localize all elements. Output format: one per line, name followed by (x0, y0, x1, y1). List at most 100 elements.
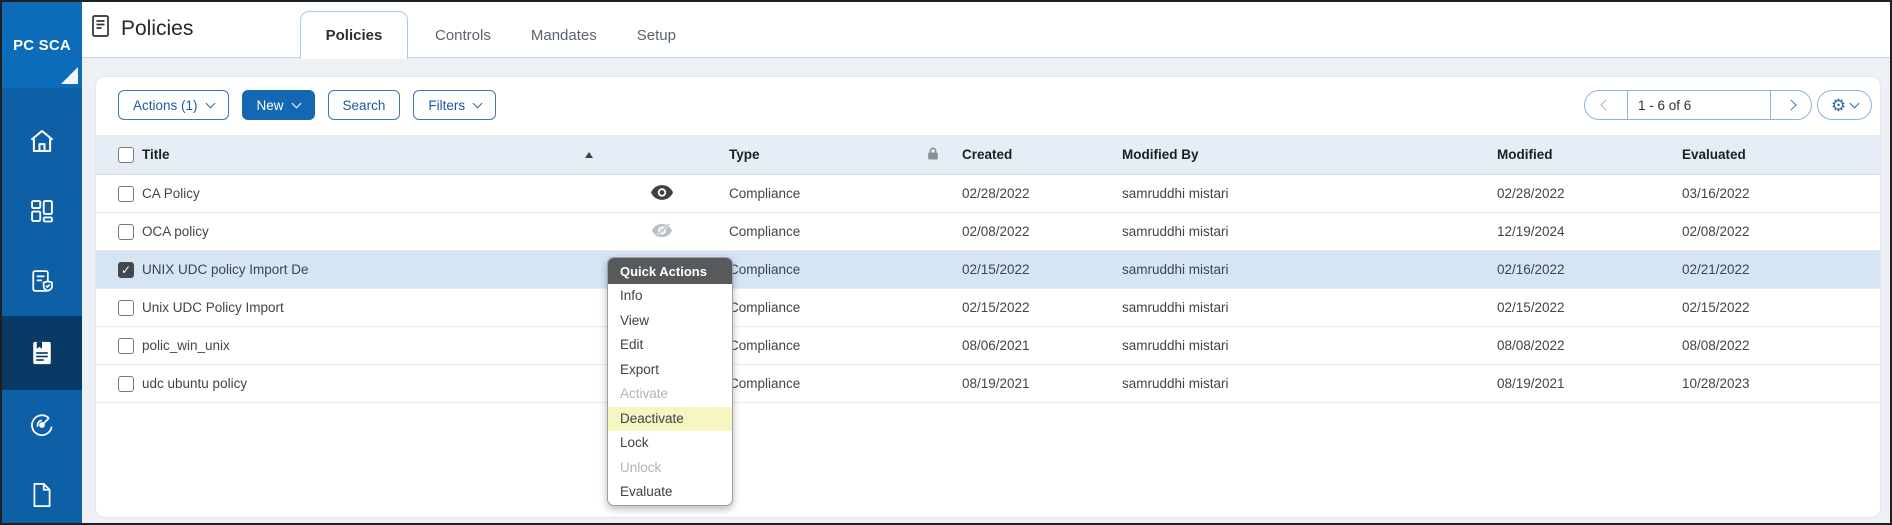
sidebar-item-reports[interactable] (2, 246, 82, 316)
select-all-checkbox[interactable] (118, 146, 134, 163)
table-settings-button[interactable]: ⚙ (1817, 90, 1872, 120)
dashboard-icon (28, 197, 56, 225)
sidebar-nav (2, 106, 82, 525)
table-row-selected[interactable]: ✓ UNIX UDC policy Import De Compliance 0… (96, 251, 1880, 289)
sidebar: PC SCA (2, 2, 82, 523)
policies-title-icon (90, 14, 111, 43)
menu-item-info[interactable]: Info (608, 284, 732, 309)
module-switcher-badge[interactable]: PC SCA (2, 2, 82, 88)
column-header-evaluated[interactable]: Evaluated (1672, 147, 1880, 162)
app-window: PC SCA Policies Policies Controls Mandat… (0, 0, 1892, 525)
tab-setup[interactable]: Setup (617, 11, 696, 59)
search-button-label: Search (342, 97, 386, 113)
table-row[interactable]: Unix UDC Policy Import Compliance 02/15/… (96, 289, 1880, 327)
visibility-cell[interactable] (607, 222, 717, 241)
tab-policies[interactable]: Policies (300, 11, 408, 59)
column-header-modified-by[interactable]: Modified By (1112, 147, 1487, 162)
select-all-cell (96, 146, 142, 163)
created-cell: 02/28/2022 (962, 186, 1030, 201)
report-shield-icon (28, 267, 56, 295)
eye-icon (651, 184, 673, 203)
table-row[interactable]: CA Policy Compliance 02/28/2022 samruddh… (96, 175, 1880, 213)
menu-item-evaluate[interactable]: Evaluate (608, 480, 732, 505)
policy-title-cell: CA Policy (142, 186, 200, 201)
new-button[interactable]: New (241, 90, 315, 120)
quick-actions-menu-title: Quick Actions (608, 258, 732, 284)
menu-item-export[interactable]: Export (608, 358, 732, 383)
tab-mandates[interactable]: Mandates (511, 11, 617, 59)
modified-cell: 02/16/2022 (1497, 262, 1565, 277)
sidebar-item-documents[interactable] (2, 460, 82, 525)
menu-item-deactivate[interactable]: Deactivate (608, 406, 732, 431)
chevron-left-icon (1600, 99, 1612, 111)
sort-ascending-icon (585, 151, 593, 158)
next-page-button[interactable] (1771, 91, 1811, 119)
content-area: Actions (1) New Search Filters 1 - 6 of … (82, 58, 1890, 523)
toolbar: Actions (1) New Search Filters (118, 90, 497, 120)
modified-cell: 02/28/2022 (1497, 186, 1565, 201)
type-cell: Compliance (729, 300, 801, 315)
blank-doc-icon (28, 481, 56, 509)
row-checkbox[interactable] (118, 337, 134, 354)
created-cell: 08/06/2021 (962, 338, 1030, 353)
table-row[interactable]: OCA policy Compliance 02/08/2022 samrudd… (96, 213, 1880, 251)
policy-title-cell: OCA policy (142, 224, 209, 239)
app-bar: Policies Policies Controls Mandates Setu… (82, 2, 1890, 59)
row-checkbox[interactable] (118, 223, 134, 240)
menu-item-unlock: Unlock (620, 459, 662, 475)
actions-button[interactable]: Actions (1) (118, 90, 229, 120)
chevron-down-icon (472, 98, 483, 109)
type-cell: Compliance (729, 338, 801, 353)
policy-title-cell: polic_win_unix (142, 338, 230, 353)
module-badge-label: PC SCA (13, 36, 71, 54)
table-header-row: Title Type Created Modified By Modified … (96, 135, 1880, 175)
modified-by-cell: samruddhi mistari (1122, 376, 1229, 391)
type-cell: Compliance (729, 262, 801, 277)
row-checkbox[interactable] (118, 299, 134, 316)
table-row[interactable]: udc ubuntu policy Compliance 08/19/2021 … (96, 365, 1880, 403)
modified-by-cell: samruddhi mistari (1122, 262, 1229, 277)
policies-panel: Actions (1) New Search Filters 1 - 6 of … (95, 76, 1881, 518)
visibility-cell[interactable] (607, 184, 717, 203)
tab-controls[interactable]: Controls (415, 11, 511, 59)
row-checkbox[interactable] (118, 375, 134, 392)
search-button[interactable]: Search (327, 90, 401, 120)
prev-page-button (1585, 91, 1627, 119)
row-checkbox[interactable] (118, 185, 134, 202)
column-header-type[interactable]: Type (717, 147, 952, 162)
menu-item-edit[interactable]: Edit (608, 333, 732, 358)
column-header-modified[interactable]: Modified (1487, 147, 1672, 162)
menu-item-view[interactable]: View (608, 309, 732, 334)
pagination: 1 - 6 of 6 (1584, 90, 1812, 120)
sidebar-item-home[interactable] (2, 106, 82, 176)
chevron-down-icon (291, 98, 301, 109)
page-title-group: Policies (90, 14, 193, 43)
policy-title-cell: UNIX UDC policy Import De (142, 262, 309, 277)
modified-by-cell: samruddhi mistari (1122, 338, 1229, 353)
created-cell: 02/15/2022 (962, 262, 1030, 277)
modified-cell: 08/19/2021 (1497, 376, 1565, 391)
table-row[interactable]: polic_win_unix Compliance 08/06/2021 sam… (96, 327, 1880, 365)
policy-title-cell: Unix UDC Policy Import (142, 300, 284, 315)
sidebar-item-policies[interactable] (2, 316, 82, 390)
column-header-created[interactable]: Created (928, 147, 1112, 162)
evaluated-cell: 10/28/2023 (1682, 376, 1750, 391)
filters-button[interactable]: Filters (413, 90, 497, 120)
evaluated-cell: 03/16/2022 (1682, 186, 1750, 201)
module-switcher-corner-triangle (61, 67, 78, 84)
created-cell: 08/19/2021 (962, 376, 1030, 391)
policy-title-cell: udc ubuntu policy (142, 376, 248, 391)
modified-cell: 08/08/2022 (1497, 338, 1565, 353)
row-checkbox-checked[interactable]: ✓ (118, 261, 134, 278)
home-icon (27, 126, 57, 156)
gear-icon: ⚙ (1830, 95, 1847, 115)
quick-actions-menu: Quick Actions Info View Edit Export Acti… (607, 257, 733, 506)
sidebar-item-dashboard[interactable] (2, 176, 82, 246)
actions-button-label: Actions (1) (133, 97, 198, 113)
column-header-title[interactable]: Title (142, 147, 607, 162)
type-cell: Compliance (729, 224, 801, 239)
sidebar-item-scans[interactable] (2, 390, 82, 460)
modified-by-cell: samruddhi mistari (1122, 224, 1229, 239)
menu-item-lock[interactable]: Lock (608, 431, 732, 456)
evaluated-cell: 02/08/2022 (1682, 224, 1750, 239)
